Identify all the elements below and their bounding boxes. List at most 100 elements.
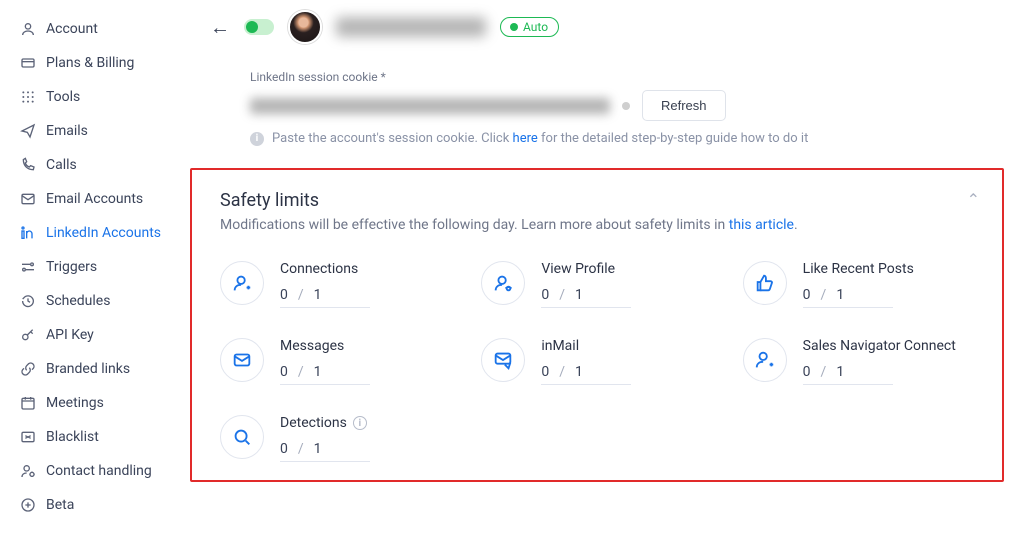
limit-title: Messages [280,338,344,354]
sidebar-item-label: Triggers [46,259,97,275]
safety-limits-subtitle: Modifications will be effective the foll… [220,217,974,233]
sidebar-item-label: Plans & Billing [46,55,134,71]
inmail-icon [481,338,525,382]
safety-limits-panel: ⌃ Safety limits Modifications will be ef… [190,168,1004,482]
safety-sub-pre: Modifications will be effective the foll… [220,217,729,233]
sidebar-item-emails[interactable]: Emails [12,114,180,148]
sidebar-item-label: Blacklist [46,429,99,445]
sidebar-item-beta[interactable]: Beta [12,488,180,522]
sidebar-item-label: Tools [46,89,80,105]
sidebar-item-linkedin-accounts[interactable]: LinkedIn Accounts [12,216,180,250]
limit-title: Connections [280,261,358,277]
phone-icon [20,157,36,173]
sidebar-item-branded-links[interactable]: Branded links [12,352,180,386]
limit-view-profile: View Profile 0/1 [481,261,712,308]
info-icon: i [250,132,264,146]
collapse-caret-icon[interactable]: ⌃ [967,190,980,209]
thumbs-up-icon [743,261,787,305]
limit-title: Like Recent Posts [803,261,914,277]
sidebar-item-label: Email Accounts [46,191,143,207]
sidebar-item-calls[interactable]: Calls [12,148,180,182]
limit-title: View Profile [541,261,615,277]
linkedin-icon [20,225,36,241]
hint-link[interactable]: here [513,131,538,146]
sidebar-item-label: Branded links [46,361,130,377]
limit-inmail: inMail 0/1 [481,338,712,385]
account-toggle[interactable] [244,19,274,35]
limit-values[interactable]: 0/1 [280,441,370,462]
limit-values[interactable]: 0/1 [280,364,370,385]
sidebar-item-label: Emails [46,123,88,139]
sidebar-item-label: Contact handling [46,463,152,479]
main-content: ← Auto LinkedIn session cookie * Refresh… [180,0,1024,533]
auto-chip: Auto [500,17,559,37]
limits-grid: Connections 0/1 View Profile 0/1 Like Re… [220,261,974,462]
session-cookie-redacted [250,98,610,114]
session-cookie-label: LinkedIn session cookie * [250,70,1004,84]
sidebar-item-label: Beta [46,497,74,513]
sidebar-item-api-key[interactable]: API Key [12,318,180,352]
auto-chip-label: Auto [523,20,548,34]
limit-connections: Connections 0/1 [220,261,451,308]
sidebar-item-triggers[interactable]: Triggers [12,250,180,284]
back-arrow-icon[interactable]: ← [210,15,230,40]
limit-values[interactable]: 0/1 [280,287,370,308]
messages-icon [220,338,264,382]
magnifier-icon [220,415,264,459]
refresh-button[interactable]: Refresh [642,90,726,121]
limit-values[interactable]: 0/1 [803,287,893,308]
sidebar-item-label: Account [46,21,98,37]
safety-sub-post: . [794,217,798,233]
safety-article-link[interactable]: this article [729,217,794,233]
sidebar-item-plans-billing[interactable]: Plans & Billing [12,46,180,80]
user-icon [20,21,36,37]
sidebar-item-blacklist[interactable]: Blacklist [12,420,180,454]
sidebar-item-label: Meetings [46,395,104,411]
limit-detections: Detections i 0/1 [220,415,451,462]
limit-values[interactable]: 0/1 [803,364,893,385]
sales-nav-connect-icon [743,338,787,382]
send-icon [20,123,36,139]
plus-circle-icon [20,497,36,513]
calendar-icon [20,395,36,411]
info-icon[interactable]: i [353,416,367,430]
envelope-x-icon [20,429,36,445]
session-hint: i Paste the account's session cookie. Cl… [250,131,1004,146]
sidebar-item-label: Schedules [46,293,110,309]
status-dot [622,102,630,110]
envelope-icon [20,191,36,207]
triggers-icon [20,259,36,275]
view-profile-icon [481,261,525,305]
sidebar-item-label: Calls [46,157,77,173]
user-gear-icon [20,463,36,479]
limit-values[interactable]: 0/1 [541,287,631,308]
sidebar-item-email-accounts[interactable]: Email Accounts [12,182,180,216]
limit-title: Detections [280,415,347,431]
limit-title: Sales Navigator Connect [803,338,956,354]
account-header: ← Auto [180,10,1004,44]
sidebar-item-account[interactable]: Account [12,12,180,46]
card-icon [20,55,36,71]
key-icon [20,327,36,343]
sidebar-item-contact-handling[interactable]: Contact handling [12,454,180,488]
sidebar-item-schedules[interactable]: Schedules [12,284,180,318]
sidebar-item-label: LinkedIn Accounts [46,225,161,241]
hint-text-pre: Paste the account's session cookie. Clic… [272,131,513,146]
sidebar-item-tools[interactable]: Tools [12,80,180,114]
sidebar: Account Plans & Billing Tools Emails Cal… [0,0,180,533]
limit-title: inMail [541,338,579,354]
sidebar-item-label: API Key [46,327,94,343]
limit-like-recent-posts: Like Recent Posts 0/1 [743,261,974,308]
limit-messages: Messages 0/1 [220,338,451,385]
limit-sales-navigator-connect: Sales Navigator Connect 0/1 [743,338,974,385]
link-icon [20,361,36,377]
avatar [288,10,322,44]
sidebar-item-meetings[interactable]: Meetings [12,386,180,420]
limit-values[interactable]: 0/1 [541,364,631,385]
grid-icon [20,89,36,105]
session-cookie-section: LinkedIn session cookie * Refresh i Past… [180,44,1004,146]
account-name-redacted [336,17,486,37]
hint-text-post: for the detailed step-by-step guide how … [538,131,809,146]
history-icon [20,293,36,309]
connections-icon [220,261,264,305]
